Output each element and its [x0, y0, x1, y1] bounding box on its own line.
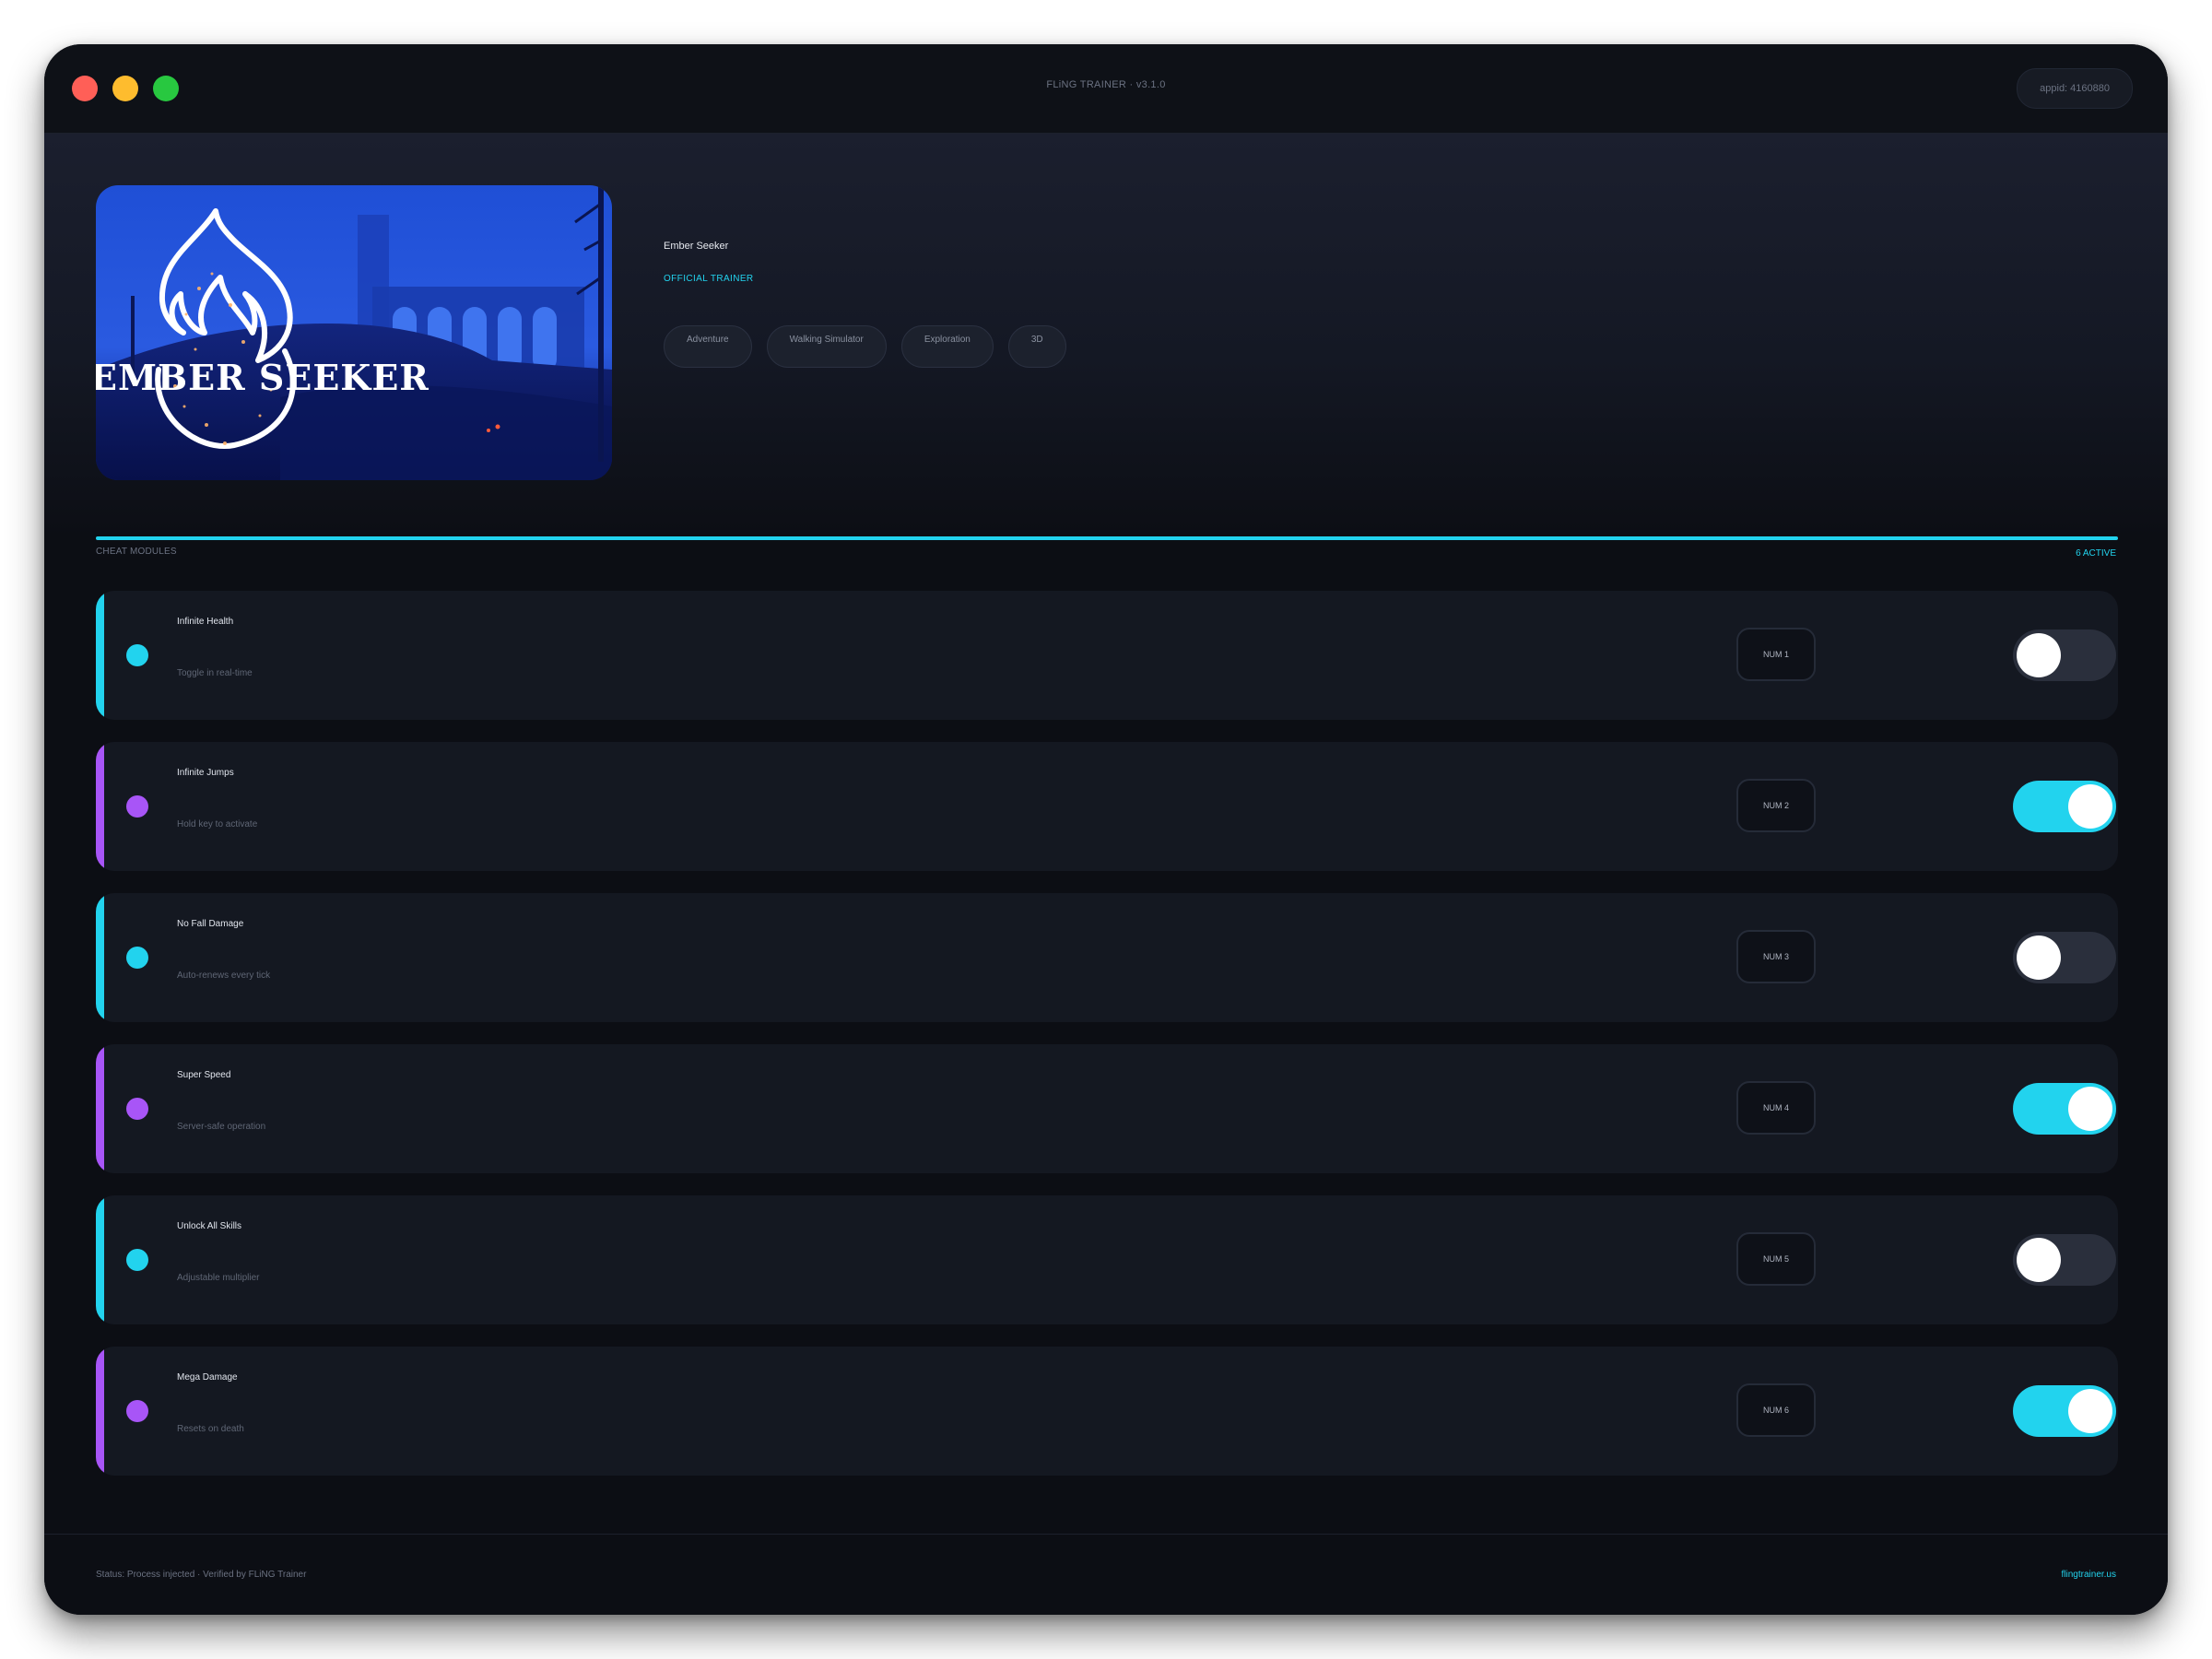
cheat-name: Infinite Jumps: [177, 768, 234, 778]
appid-badge: appid: 4160880: [2017, 68, 2133, 109]
accent-bar: [96, 1347, 104, 1476]
hotkey-button[interactable]: NUM 5: [1736, 1232, 1816, 1286]
status-footer: Status: Process injected · Verified by F…: [44, 1534, 2168, 1615]
cheat-name: Super Speed: [177, 1070, 231, 1080]
hotkey-button[interactable]: NUM 2: [1736, 779, 1816, 832]
title-bar: FLiNG TRAINER · v3.1.0 appid: 4160880: [44, 44, 2168, 134]
hotkey-button[interactable]: NUM 3: [1736, 930, 1816, 983]
tag-adventure[interactable]: Adventure: [664, 325, 752, 368]
game-header: EMBER SEEKER Ember Seeker OFFICIAL TRAIN…: [44, 134, 2168, 539]
cheat-toggle[interactable]: [2013, 1234, 2116, 1286]
cheat-description: Adjustable multiplier: [177, 1273, 260, 1283]
status-dot: [126, 947, 148, 969]
cheat-list: Infinite Health Toggle in real-time NUM …: [96, 591, 2118, 1498]
cheat-description: Toggle in real-time: [177, 668, 253, 678]
status-dot: [126, 1249, 148, 1271]
window-title: FLiNG TRAINER · v3.1.0: [1046, 79, 1166, 90]
tag-exploration[interactable]: Exploration: [900, 325, 994, 368]
toggle-knob: [2068, 1087, 2112, 1131]
section-label: CHEAT MODULES: [96, 547, 177, 557]
cheat-row-infinite-health: Infinite Health Toggle in real-time NUM …: [96, 591, 2118, 720]
cheat-row-mega-damage: Mega Damage Resets on death NUM 6: [96, 1347, 2118, 1476]
cheat-name: Unlock All Skills: [177, 1221, 242, 1231]
cover-logo-text: EMBER SEEKER: [96, 357, 429, 398]
trainer-window: FLiNG TRAINER · v3.1.0 appid: 4160880 EM…: [44, 44, 2168, 1615]
hotkey-button[interactable]: NUM 4: [1736, 1081, 1816, 1135]
toggle-knob: [2068, 1389, 2112, 1433]
cheat-row-infinite-jumps: Infinite Jumps Hold key to activate NUM …: [96, 742, 2118, 871]
cheat-toggle[interactable]: [2013, 781, 2116, 832]
game-cover-image: EMBER SEEKER: [96, 185, 612, 480]
game-title: Ember Seeker: [664, 241, 729, 252]
status-dot: [126, 644, 148, 666]
cheat-row-no-fall-damage: No Fall Damage Auto-renews every tick NU…: [96, 893, 2118, 1022]
toggle-knob: [2068, 784, 2112, 829]
website-link[interactable]: flingtrainer.us: [2062, 1570, 2116, 1580]
official-trainer-badge: OFFICIAL TRAINER: [664, 274, 754, 284]
hotkey-button[interactable]: NUM 6: [1736, 1383, 1816, 1437]
status-dot: [126, 795, 148, 818]
hotkey-button[interactable]: NUM 1: [1736, 628, 1816, 681]
cheat-description: Server-safe operation: [177, 1122, 266, 1132]
cheat-toggle[interactable]: [2013, 629, 2116, 681]
accent-bar: [96, 1044, 104, 1173]
cheat-description: Resets on death: [177, 1424, 244, 1434]
status-dot: [126, 1400, 148, 1422]
accent-bar: [96, 742, 104, 871]
cheat-description: Hold key to activate: [177, 819, 258, 830]
accent-bar: [96, 591, 104, 720]
cheat-row-unlock-all-skills: Unlock All Skills Adjustable multiplier …: [96, 1195, 2118, 1324]
status-dot: [126, 1098, 148, 1120]
toggle-knob: [2017, 935, 2061, 980]
accent-bar: [96, 893, 104, 1022]
toggle-knob: [2017, 633, 2061, 677]
cheat-toggle[interactable]: [2013, 1083, 2116, 1135]
cheat-name: No Fall Damage: [177, 919, 244, 929]
tag-3d[interactable]: 3D: [1007, 325, 1066, 368]
cheat-toggle[interactable]: [2013, 932, 2116, 983]
cheat-row-super-speed: Super Speed Server-safe operation NUM 4: [96, 1044, 2118, 1173]
cheat-name: Infinite Health: [177, 617, 234, 627]
cheat-description: Auto-renews every tick: [177, 971, 271, 981]
toggle-knob: [2017, 1238, 2061, 1282]
cheat-name: Mega Damage: [177, 1372, 238, 1382]
tag-walking-simulator[interactable]: Walking Simulator: [766, 325, 887, 368]
genre-tags: Adventure Walking Simulator Exploration …: [664, 325, 1066, 368]
accent-bar: [96, 1195, 104, 1324]
active-count: 6 ACTIVE: [2076, 548, 2116, 559]
cheat-toggle[interactable]: [2013, 1385, 2116, 1437]
section-divider: [96, 536, 2118, 540]
status-text: Status: Process injected · Verified by F…: [96, 1570, 307, 1580]
